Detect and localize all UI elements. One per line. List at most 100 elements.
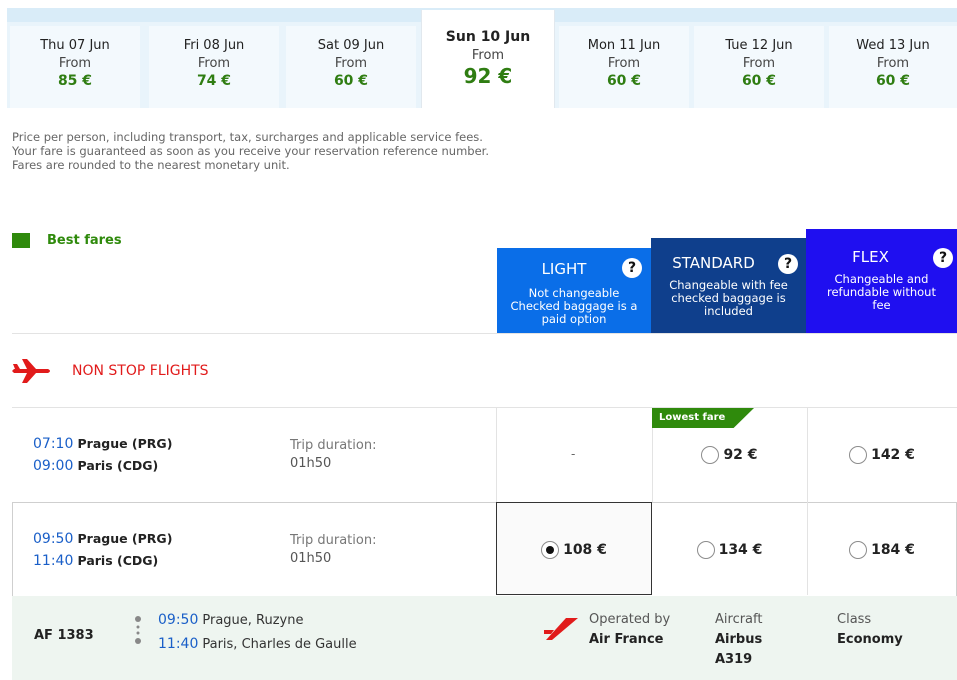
- date-label: Fri 08 Jun: [183, 38, 245, 53]
- departure-time: 07:10: [33, 436, 74, 452]
- date-price: 85 €: [57, 73, 93, 89]
- fare-option-standard[interactable]: 134 €: [652, 535, 807, 565]
- aircraft-info: Aircraft Airbus A319: [715, 610, 762, 670]
- fare-price: 142 €: [871, 447, 915, 463]
- radio-button-checked[interactable]: [541, 541, 560, 559]
- date-price: 60 €: [333, 73, 369, 89]
- class-value: Economy: [837, 632, 903, 647]
- divider: [12, 407, 957, 408]
- departure-city: Prague (PRG): [77, 436, 173, 451]
- from-label: From: [58, 56, 92, 71]
- airplane-icon: [12, 359, 50, 383]
- arrival-place: Paris, Charles de Gaulle: [202, 637, 357, 652]
- departure-place: Prague, Ruzyne: [202, 613, 304, 628]
- duration-value: 01h50: [290, 551, 332, 566]
- from-label: From: [334, 56, 368, 71]
- fare-info-text: Price per person, including transport, t…: [12, 130, 489, 172]
- segment-departure: 09:50 Prague, Ruzyne: [158, 612, 303, 628]
- date-label: Sat 09 Jun: [317, 38, 385, 53]
- class-label: Class: [837, 612, 872, 627]
- fare-option-flex[interactable]: 184 €: [807, 535, 957, 565]
- fare-price: 134 €: [718, 542, 763, 558]
- duration-label: Trip duration:: [290, 438, 377, 453]
- date-label: Wed 13 Jun: [856, 38, 930, 53]
- flight-details-panel: AF 1383 09:50 Prague, Ruzyne 11:40 Paris, …: [12, 596, 957, 680]
- operator-info: Operated by Air France: [589, 610, 670, 650]
- fare-option-flex[interactable]: 142 €: [807, 440, 957, 470]
- date-label: Sun 10 Jun: [445, 29, 531, 45]
- flight-row-times[interactable]: 07:10 Prague (PRG) 09:00 Paris (CDG): [33, 433, 172, 477]
- date-price: 60 €: [606, 73, 642, 89]
- duration-value: 01h50: [290, 456, 332, 471]
- from-label: From: [742, 56, 776, 71]
- air-france-logo-icon: [544, 618, 578, 640]
- operated-by-label: Operated by: [589, 612, 671, 627]
- date-tab[interactable]: Thu 07 Jun From 85 €: [10, 26, 140, 108]
- arrival-time: 11:40: [158, 636, 199, 652]
- trip-duration: Trip duration: 01h50: [290, 532, 376, 568]
- best-fares-label: Best fares: [47, 233, 122, 248]
- help-icon[interactable]: ?: [933, 248, 953, 268]
- date-label: Tue 12 Jun: [725, 38, 793, 53]
- date-price: 60 €: [741, 73, 777, 89]
- date-tab-selected[interactable]: Sun 10 Jun From 92 €: [421, 10, 555, 108]
- radio-button[interactable]: [849, 446, 868, 464]
- departure-city: Prague (PRG): [77, 531, 173, 546]
- best-fares-square-icon: [12, 233, 30, 248]
- fare-desc: included: [704, 304, 753, 318]
- date-tab[interactable]: Tue 12 Jun From 60 €: [694, 26, 824, 108]
- date-label: Thu 07 Jun: [40, 38, 110, 53]
- trip-duration: Trip duration: 01h50: [290, 437, 376, 473]
- aircraft-label: Aircraft: [715, 612, 763, 627]
- date-selector: Thu 07 Jun From 85 € Fri 08 Jun From 74 …: [7, 8, 957, 108]
- date-tab[interactable]: Wed 13 Jun From 60 €: [829, 26, 957, 108]
- date-price: 60 €: [875, 73, 911, 89]
- departure-time: 09:50: [33, 531, 74, 547]
- arrival-time: 11:40: [33, 553, 74, 569]
- segment-arrival: 11:40 Paris, Charles de Gaulle: [158, 636, 357, 652]
- fare-desc: fee: [872, 298, 891, 312]
- best-fares-legend: Best fares: [12, 233, 122, 248]
- date-tab[interactable]: Fri 08 Jun From 74 €: [149, 26, 279, 108]
- help-icon[interactable]: ?: [622, 258, 642, 278]
- radio-button[interactable]: [696, 541, 715, 559]
- nonstop-section-header: NON STOP FLIGHTS: [12, 358, 209, 384]
- fare-option-light[interactable]: 108 €: [496, 535, 652, 565]
- route-dots-icon: [135, 616, 141, 644]
- help-icon[interactable]: ?: [778, 254, 798, 274]
- radio-button[interactable]: [849, 541, 868, 559]
- date-tab[interactable]: Sat 09 Jun From 60 €: [286, 26, 416, 108]
- operator-name: Air France: [589, 632, 664, 647]
- arrival-city: Paris (CDG): [77, 553, 159, 568]
- arrival-city: Paris (CDG): [77, 458, 159, 473]
- date-tab[interactable]: Mon 11 Jun From 60 €: [559, 26, 689, 108]
- divider: [12, 333, 957, 334]
- class-info: Class Economy: [837, 610, 903, 650]
- info-line: Fares are rounded to the nearest monetar…: [12, 158, 290, 172]
- fare-name: FLEX: [852, 248, 889, 266]
- arrival-time: 09:00: [33, 458, 74, 474]
- fare-price: 92 €: [723, 447, 758, 463]
- aircraft-make: Airbus: [715, 632, 763, 647]
- fare-name: STANDARD: [672, 254, 755, 272]
- info-line: Price per person, including transport, t…: [12, 130, 483, 144]
- info-line: Your fare is guaranteed as soon as you r…: [12, 144, 489, 158]
- from-label: From: [197, 56, 231, 71]
- aircraft-model: A319: [715, 652, 753, 667]
- from-label: From: [471, 48, 505, 63]
- fare-name: LIGHT: [541, 260, 587, 278]
- flight-row-times[interactable]: 09:50 Prague (PRG) 11:40 Paris (CDG): [33, 528, 172, 572]
- from-label: From: [607, 56, 641, 71]
- date-price: 92 €: [463, 64, 513, 88]
- departure-time: 09:50: [158, 612, 199, 628]
- date-label: Mon 11 Jun: [587, 38, 661, 53]
- fare-price: 108 €: [563, 542, 607, 558]
- from-label: From: [876, 56, 910, 71]
- column-divider: [496, 407, 497, 502]
- duration-label: Trip duration:: [290, 533, 377, 548]
- fare-header-flex: FLEX ? Changeable and refundable without…: [806, 229, 957, 333]
- radio-button[interactable]: [701, 446, 720, 464]
- date-price: 74 €: [196, 73, 232, 89]
- fare-price: 184 €: [871, 542, 915, 558]
- fare-option-standard[interactable]: 92 €: [652, 440, 807, 470]
